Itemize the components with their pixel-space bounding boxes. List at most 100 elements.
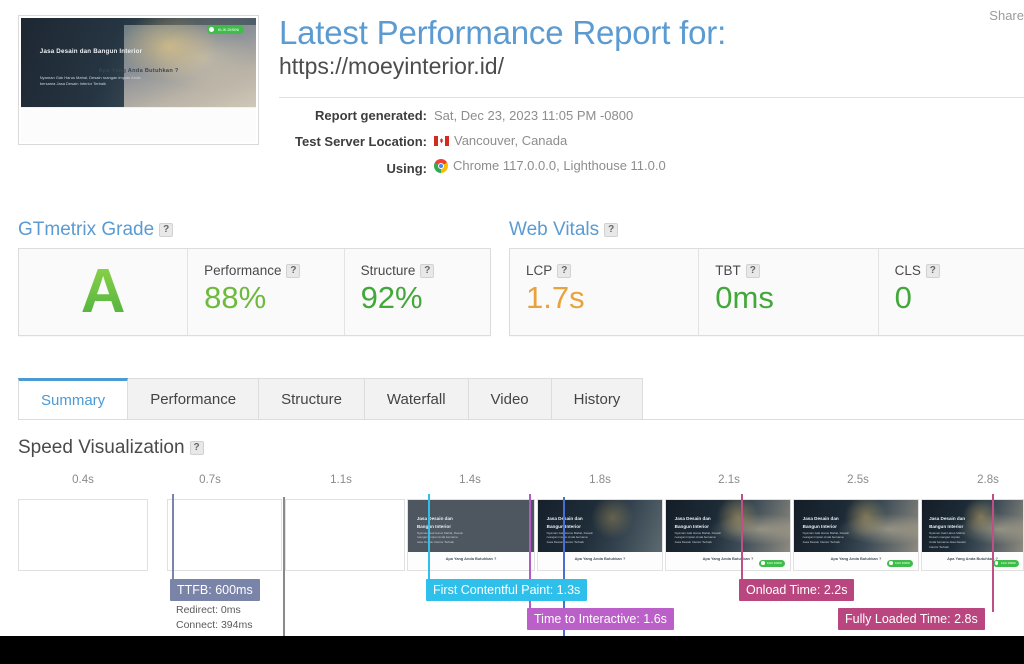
metadata-label: Using: [386, 160, 427, 176]
metadata-label: Report generated: [315, 108, 427, 123]
metric-cls: CLS? 0 [879, 249, 1024, 335]
help-icon[interactable]: ? [286, 264, 301, 279]
timeline-tick: 0.4s [72, 474, 94, 486]
tab-history[interactable]: History [551, 378, 644, 420]
metric-label: LCP? [526, 263, 682, 279]
metadata-value: Vancouver, Canada [434, 133, 567, 148]
gtmetrix-grade-title: GTmetrix Grade? [18, 219, 174, 241]
tab-structure[interactable]: Structure [259, 378, 365, 420]
timeline-tick: 2.8s [977, 474, 999, 486]
metric-tbt: TBT? 0ms [699, 249, 879, 335]
help-icon[interactable]: ? [925, 264, 940, 279]
gtmetrix-grade-title-text: GTmetrix Grade [18, 219, 155, 240]
event-label-ttfb[interactable]: TTFB: 600ms [170, 579, 260, 601]
help-icon[interactable]: ? [420, 264, 435, 279]
tab-performance[interactable]: Performance [128, 378, 260, 420]
filmstrip-frame[interactable] [167, 499, 282, 571]
cls-value: 0 [894, 280, 912, 316]
frame-body-text: Nyaman Gak Harus Mahal, Desain ruangan i… [416, 530, 464, 545]
gtmetrix-grade-panel: A Performance? 88% Structure? 92% [18, 248, 491, 336]
web-vitals-panel: LCP? 1.7s TBT? 0ms CLS? 0 [509, 248, 1024, 336]
filmstrip-frame[interactable] [285, 499, 405, 571]
help-icon[interactable]: ? [745, 264, 760, 279]
report-url[interactable]: https://moeyinterior.id/ [279, 53, 504, 80]
frame-body-text: Nyaman Gak Harus Mahal, Desain ruangan i… [546, 530, 594, 545]
event-label-fully-loaded-time[interactable]: Fully Loaded Time: 2.8s [838, 608, 985, 630]
share-button[interactable]: Share [989, 8, 1024, 23]
timeline-marker-ttfb [172, 494, 174, 582]
performance-value: 88% [204, 280, 267, 316]
timeline-tick: 0.7s [199, 474, 221, 486]
grade-cell: A [19, 249, 189, 335]
metric-label: TBT? [715, 263, 861, 279]
frame-body-text: Nyaman Gak Harus Mahal, Desain ruangan i… [802, 530, 850, 545]
metric-label: Performance? [204, 263, 327, 279]
timeline-divider-line [283, 497, 285, 637]
timeline-tick: 1.8s [589, 474, 611, 486]
tab-waterfall[interactable]: Waterfall [364, 378, 469, 420]
filmstrip-frame[interactable]: Jasa Desain dan Bangun Interior Nyaman Ga… [537, 499, 663, 571]
frame-heading: Jasa Desain dan Bangun Interior [546, 516, 583, 529]
metadata-label: Test Server Location: [295, 133, 427, 149]
grade-letter: A [80, 257, 126, 326]
frame-heading: Jasa Desain dan Bangun Interior [802, 516, 839, 529]
gtmetrix-report-page: Jasa Desain dan Bangun Interior Nyaman G… [0, 0, 1024, 664]
chrome-icon [434, 158, 448, 173]
event-label-time-to-interactive[interactable]: Time to Interactive: 1.6s [527, 608, 674, 630]
filmstrip-frame[interactable]: Jasa Desain dan Bangun Interior Nyaman Ga… [793, 499, 919, 571]
filmstrip-frame[interactable]: Jasa Desain dan Bangun Interior Nyaman Ga… [921, 499, 1024, 571]
site-thumbnail[interactable]: Jasa Desain dan Bangun Interior Nyaman G… [18, 15, 259, 145]
thumbnail-cta-text: Apa Yang Anda Butuhkan ? [98, 67, 179, 74]
tab-video[interactable]: Video [468, 378, 552, 420]
metadata-row-using: Using: Chrome 117.0.0.0, Lighthouse 11.0… [279, 158, 666, 183]
filmstrip-frame[interactable]: Jasa Desain dan Bangun Interior Nyaman Ga… [407, 499, 535, 571]
lcp-label: LCP [526, 263, 553, 278]
metadata-row-location: Test Server Location: Vancouver, Canada [279, 133, 666, 158]
performance-label: Performance [204, 263, 282, 278]
tab-summary[interactable]: Summary [18, 378, 129, 420]
timeline-tick: 1.4s [459, 474, 481, 486]
frame-whatsapp-badge-icon: KLIK DISINI [886, 559, 914, 567]
help-icon[interactable]: ? [557, 264, 572, 279]
filmstrip: Jasa Desain dan Bangun Interior Nyaman Ga… [18, 499, 1024, 571]
event-label-first-contentful-paint[interactable]: First Contentful Paint: 1.3s [426, 579, 588, 601]
timeline-marker-onload-time [741, 494, 743, 582]
page-title: Latest Performance Report for: [279, 14, 727, 51]
event-label-onload-time[interactable]: Onload Time: 2.2s [739, 579, 855, 601]
metadata-value: Chrome 117.0.0.0, Lighthouse 11.0.0 [434, 158, 666, 173]
help-icon[interactable]: ? [604, 222, 619, 237]
thumbnail-body-text: Nyaman Gak Harus Mahal, Desain ruangan i… [39, 75, 141, 87]
timeline-tick: 2.5s [847, 474, 869, 486]
help-icon[interactable]: ? [159, 222, 174, 237]
frame-cta-text: Apa Yang Anda Butuhkan ? [574, 556, 626, 561]
frame-heading: Jasa Desain dan Bangun Interior [416, 516, 453, 529]
canada-flag-icon [434, 135, 449, 146]
frame-whatsapp-badge-icon: KLIK DISINI [758, 559, 786, 567]
report-tabs: Summary Performance Structure Waterfall Vide… [18, 378, 1024, 420]
frame-body-text: Nyaman Gak Harus Mahal, Desain ruangan i… [674, 530, 722, 545]
filmstrip-frame[interactable]: Jasa Desain dan Bangun Interior Nyaman Ga… [665, 499, 791, 571]
metadata-row-generated: Report generated: Sat, Dec 23, 2023 11:0… [279, 108, 666, 133]
browser-version-value: Chrome 117.0.0.0, Lighthouse 11.0.0 [453, 158, 666, 173]
frame-whatsapp-badge-icon: KLIK DISINI [992, 559, 1019, 567]
web-vitals-title: Web Vitals? [509, 219, 619, 241]
thumbnail-hero-photo [124, 25, 256, 108]
header-divider [279, 97, 1024, 98]
tbt-label: TBT [715, 263, 741, 278]
cls-label: CLS [894, 263, 921, 278]
structure-label: Structure [360, 263, 416, 278]
ttfb-detail-connect: Connect: 394ms [176, 619, 253, 631]
metadata-value: Sat, Dec 23, 2023 11:05 PM -0800 [434, 108, 633, 123]
frame-body-text: Nyaman Gak Harus Mahal, Desain ruangan i… [929, 530, 966, 549]
help-icon[interactable]: ? [189, 440, 204, 455]
timeline-marker-first-contentful-paint [428, 494, 430, 582]
site-thumbnail-inner: Jasa Desain dan Bangun Interior Nyaman G… [21, 18, 256, 142]
metric-lcp: LCP? 1.7s [510, 249, 700, 335]
ttfb-detail-redirect: Redirect: 0ms [176, 604, 241, 616]
filmstrip-frame[interactable] [18, 499, 148, 571]
lcp-value: 1.7s [526, 280, 585, 316]
timeline-ticks: 0.4s 0.7s 1.1s 1.4s 1.8s 2.1s 2.5s 2.8s [18, 474, 1024, 494]
thumbnail-heading: Jasa Desain dan Bangun Interior [39, 47, 143, 55]
metric-label: CLS? [894, 263, 1022, 279]
timeline-tick: 2.1s [718, 474, 740, 486]
